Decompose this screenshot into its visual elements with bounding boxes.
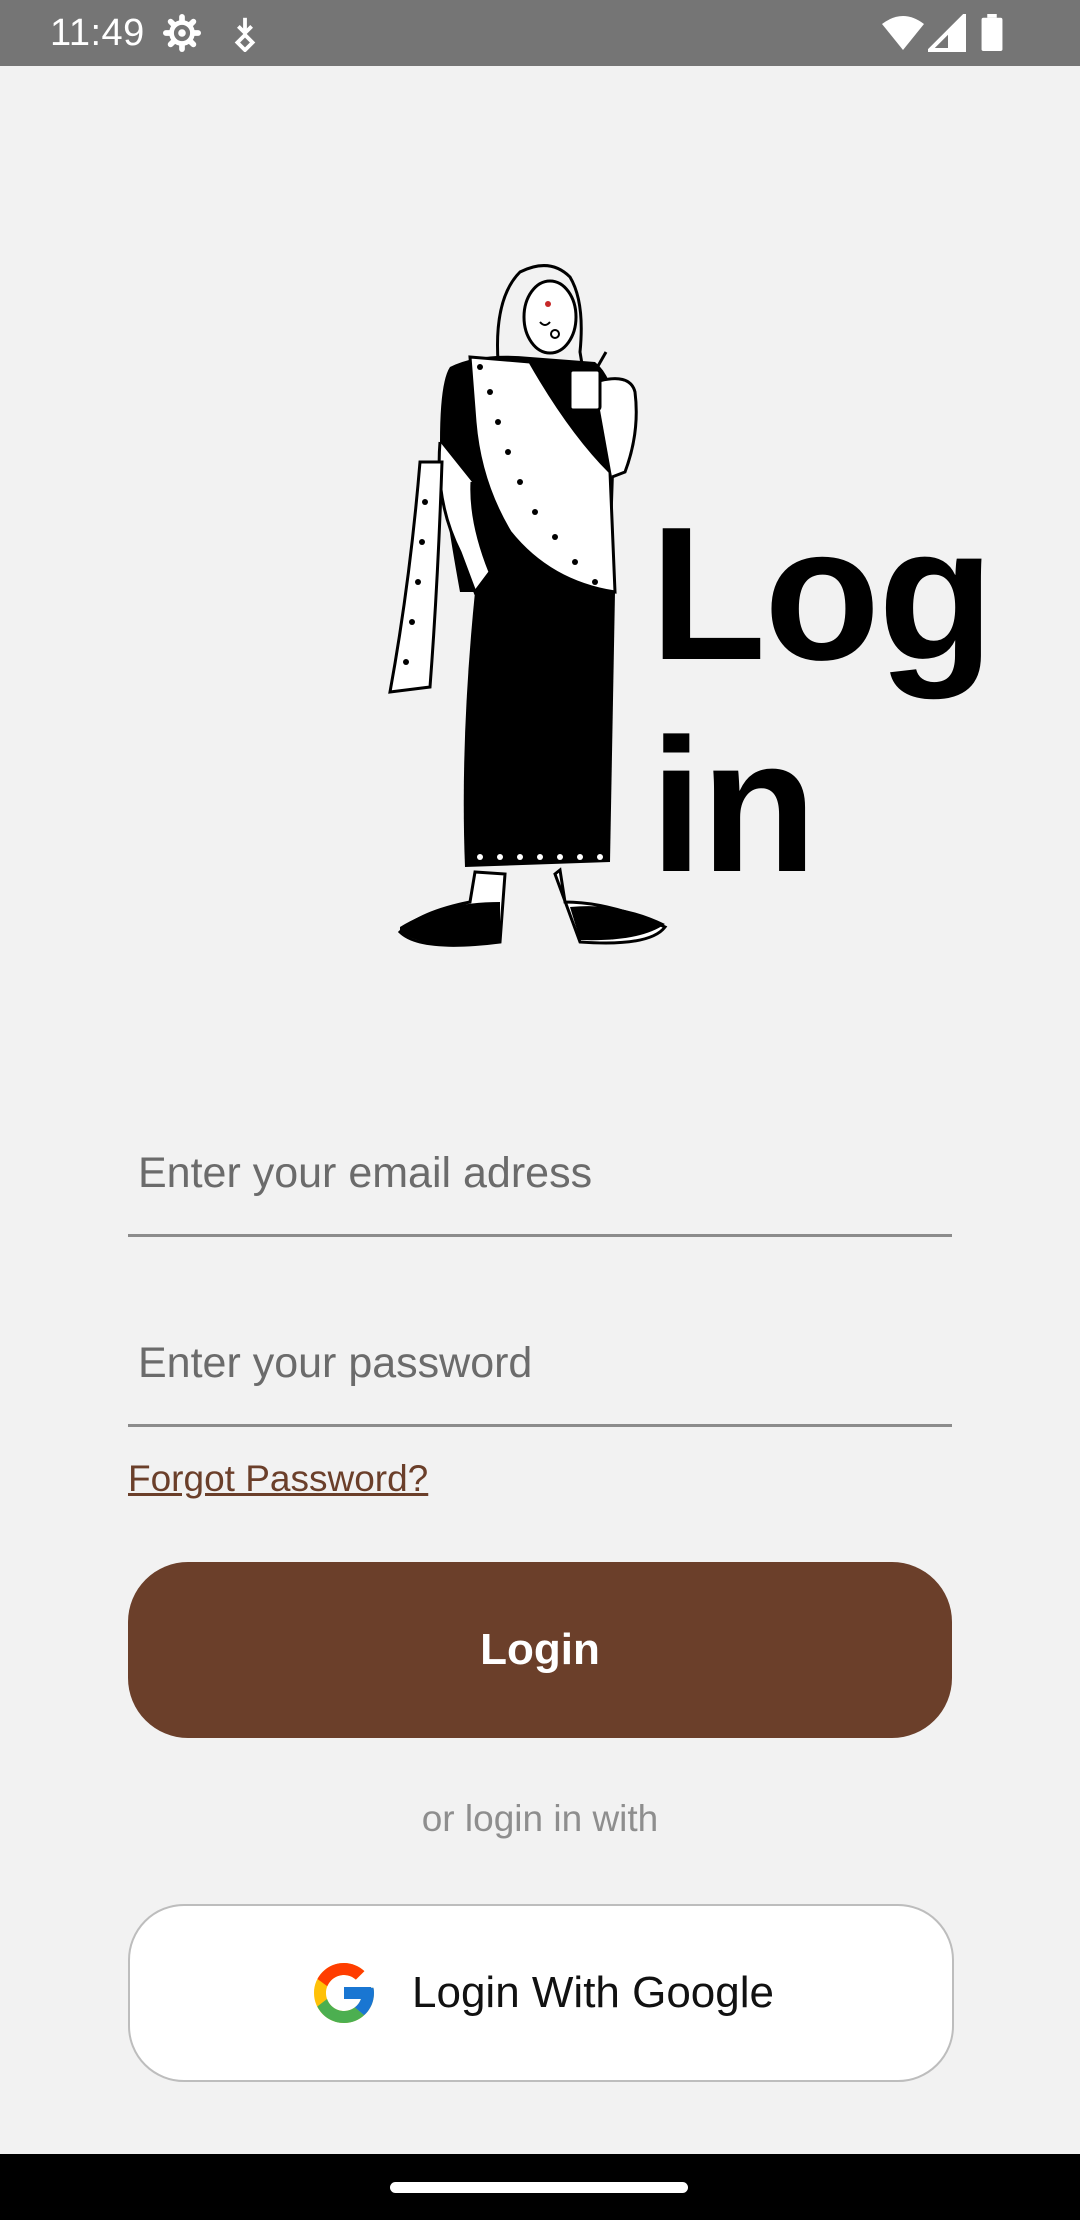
- login-button-label: Login: [480, 1625, 600, 1674]
- email-field-container: [128, 1134, 952, 1237]
- status-bar: 11:49: [0, 0, 1080, 66]
- navigation-bar: [0, 2154, 1080, 2220]
- login-button[interactable]: Login: [128, 1562, 952, 1738]
- battery-icon: [981, 14, 1003, 52]
- email-field[interactable]: [138, 1149, 938, 1198]
- page-title-line1: Log: [650, 488, 994, 700]
- password-field[interactable]: [138, 1339, 938, 1388]
- page-title: Log in: [650, 488, 1010, 912]
- forgot-password-link[interactable]: Forgot Password?: [128, 1458, 428, 1500]
- google-icon: [314, 1963, 374, 2023]
- login-screen: 11:49 Log in Enter your email adress For…: [0, 0, 1080, 2220]
- page-title-line2: in: [650, 700, 817, 912]
- password-field-container: [128, 1324, 952, 1427]
- status-time: 11:49: [50, 12, 145, 54]
- wifi-icon: [882, 16, 924, 50]
- download-icon: [234, 17, 256, 52]
- google-login-button[interactable]: Login With Google: [128, 1904, 954, 2082]
- home-gesture-handle[interactable]: [390, 2182, 688, 2193]
- settings-icon: [163, 14, 201, 52]
- google-login-label: Login With Google: [412, 1968, 774, 2017]
- signal-icon: [928, 14, 966, 52]
- divider-text: or login in with: [421, 1798, 659, 1839]
